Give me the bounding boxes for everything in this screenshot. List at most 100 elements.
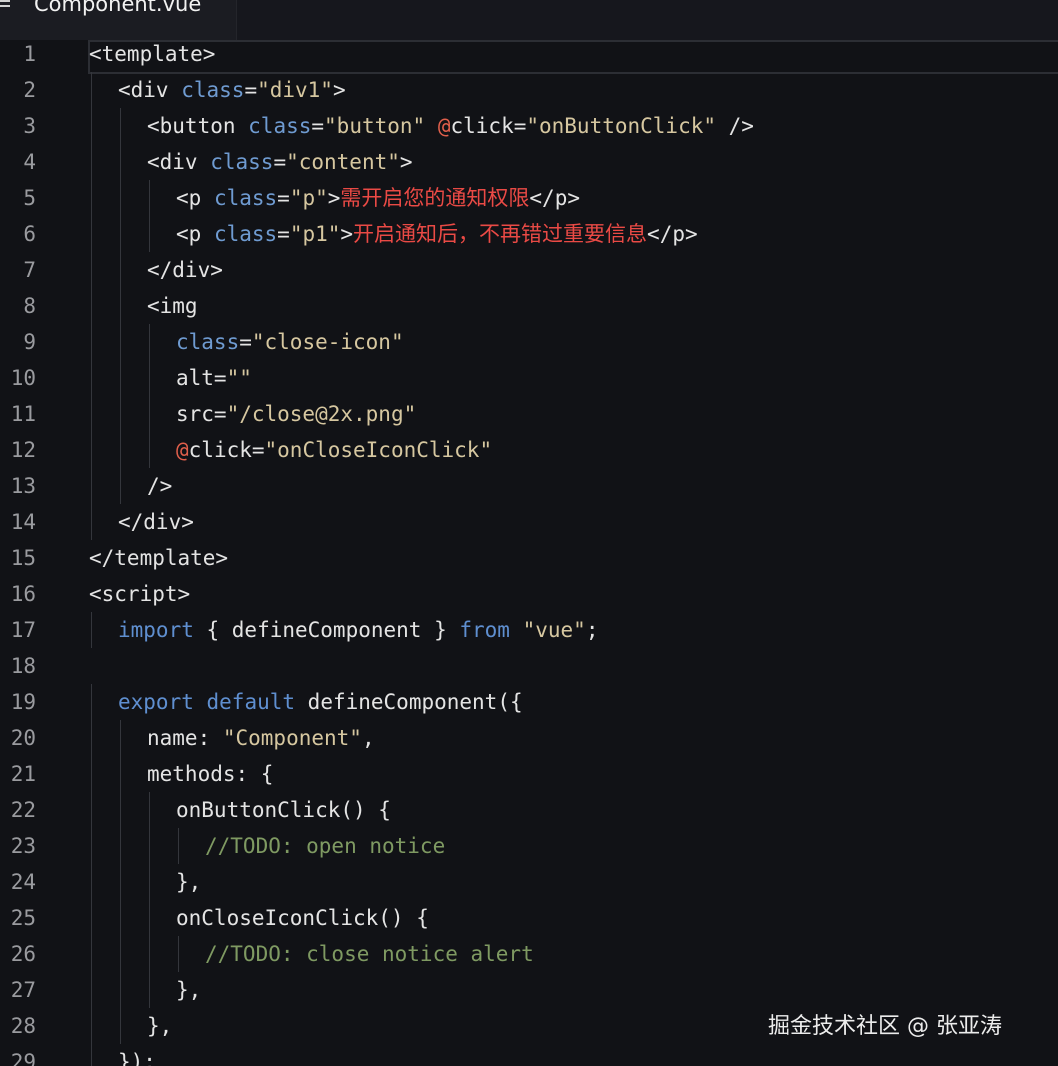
code-token: @ <box>437 114 451 138</box>
line-number: 23 <box>10 834 36 858</box>
code-token: <template> <box>89 42 216 66</box>
code-token: = <box>277 222 290 246</box>
line-number: 1 <box>23 42 36 66</box>
code-token: /> <box>147 474 173 498</box>
code-line[interactable]: 15 </template> <box>0 540 1058 576</box>
code-line[interactable]: 5 <p class="p">需开启您的通知权限</p> <box>0 180 1058 216</box>
line-number: 5 <box>23 186 36 210</box>
code-token: ; <box>585 618 599 642</box>
indent-guide <box>91 900 92 936</box>
code-token: class <box>248 114 312 138</box>
indent-guide <box>91 864 92 900</box>
code-token: </template> <box>89 546 229 570</box>
code-text: methods: { <box>147 756 273 792</box>
code-text: }, <box>176 864 201 900</box>
indent-guide <box>120 756 121 792</box>
code-line[interactable]: 20 name: "Component", <box>0 720 1058 756</box>
line-number: 29 <box>10 1050 36 1066</box>
code-token: name: <box>147 726 223 750</box>
code-line[interactable]: 17 import { defineComponent } from "vue"; <box>0 612 1058 648</box>
indent-guide <box>91 612 92 648</box>
code-line[interactable]: 11 src="/close@2x.png" <box>0 396 1058 432</box>
code-line[interactable]: 13 /> <box>0 468 1058 504</box>
indent-guide <box>120 252 121 288</box>
line-number: 27 <box>10 978 36 1002</box>
code-line[interactable]: 1 <template> <box>0 36 1058 72</box>
indent-guide <box>120 144 121 180</box>
line-number: 2 <box>23 78 36 102</box>
code-line[interactable]: 22 onButtonClick() { <box>0 792 1058 828</box>
code-line[interactable]: 3 <button class="button" @click="onButton… <box>0 108 1058 144</box>
code-token: = <box>244 78 258 102</box>
code-token: "vue" <box>522 618 586 642</box>
code-line[interactable]: 18 <box>0 648 1058 684</box>
code-text: @click="onCloseIconClick" <box>176 432 492 468</box>
code-token: class <box>213 222 278 246</box>
indent-guide <box>149 180 150 216</box>
code-token: "p1" <box>289 222 341 246</box>
code-line[interactable]: 27}, <box>0 972 1058 1008</box>
code-line[interactable]: 26 //TODO: close notice alert <box>0 936 1058 972</box>
code-token: class <box>181 78 245 102</box>
code-text: </div> <box>147 252 223 288</box>
line-number: 20 <box>10 726 36 750</box>
line-number: 8 <box>23 294 36 318</box>
indent-guide <box>149 324 150 360</box>
indent-guide <box>120 972 121 1008</box>
code-line[interactable]: 23 //TODO: open notice <box>0 828 1058 864</box>
code-line[interactable]: 24}, <box>0 864 1058 900</box>
code-text: }, <box>147 1008 172 1044</box>
code-line[interactable]: 8 <img <box>0 288 1058 324</box>
indent-guide <box>91 72 92 108</box>
line-number: 3 <box>23 114 36 138</box>
code-editor[interactable]: 1 <template> 2 <div class="div1"> 3 <button c… <box>0 40 1058 1066</box>
indent-guide <box>91 288 92 324</box>
line-number: 9 <box>23 330 36 354</box>
code-token: 开启通知后，不再错过重要信息 <box>353 222 648 246</box>
code-line[interactable]: 2 <div class="div1"> <box>0 72 1058 108</box>
code-token: class <box>213 186 278 210</box>
tab-component-vue[interactable]: Component.vue <box>0 0 237 40</box>
indent-guide <box>91 972 92 1008</box>
indent-guide <box>120 1008 121 1044</box>
code-token: "close-icon" <box>251 330 404 354</box>
code-token: </p> <box>647 222 698 246</box>
code-line[interactable]: 14 </div> <box>0 504 1058 540</box>
code-line[interactable]: 9 class="close-icon" <box>0 324 1058 360</box>
code-token: //TODO: close notice alert <box>205 942 534 966</box>
code-token: { defineComponent } <box>193 618 460 642</box>
line-number: 17 <box>10 618 36 642</box>
code-line[interactable]: 4 <div class="content"> <box>0 144 1058 180</box>
menu-icon[interactable] <box>0 0 12 14</box>
indent-guide <box>178 828 179 864</box>
code-text: }); <box>118 1044 156 1066</box>
indent-guide <box>120 108 121 144</box>
code-token: = <box>277 186 290 210</box>
code-line[interactable]: 6 <p class="p1">开启通知后，不再错过重要信息</p> <box>0 216 1058 252</box>
code-line[interactable]: 29}); <box>0 1044 1058 1066</box>
code-token: "Component" <box>222 726 362 750</box>
indent-guide <box>149 936 150 972</box>
code-line[interactable]: 12 @click="onCloseIconClick" <box>0 432 1058 468</box>
code-token: alt= <box>176 366 227 390</box>
code-token: "div1" <box>257 78 333 102</box>
code-line[interactable]: 25 onCloseIconClick() { <box>0 900 1058 936</box>
indent-guide <box>91 252 92 288</box>
code-token: class <box>176 330 240 354</box>
code-line[interactable]: 7 </div> <box>0 252 1058 288</box>
code-line[interactable]: 21 methods: { <box>0 756 1058 792</box>
indent-guide <box>120 468 121 504</box>
line-number: 12 <box>10 438 36 462</box>
code-line[interactable]: 10 alt="" <box>0 360 1058 396</box>
code-line[interactable]: 16 <script> <box>0 576 1058 612</box>
code-line[interactable]: 19 export default defineComponent({ <box>0 684 1058 720</box>
code-token: </div> <box>147 258 223 282</box>
indent-guide <box>91 828 92 864</box>
line-number: 4 <box>23 150 36 174</box>
indent-guide <box>120 720 121 756</box>
code-token: default <box>206 690 296 714</box>
code-text: <div class="div1"> <box>118 72 346 108</box>
code-text: <div class="content"> <box>147 144 413 180</box>
